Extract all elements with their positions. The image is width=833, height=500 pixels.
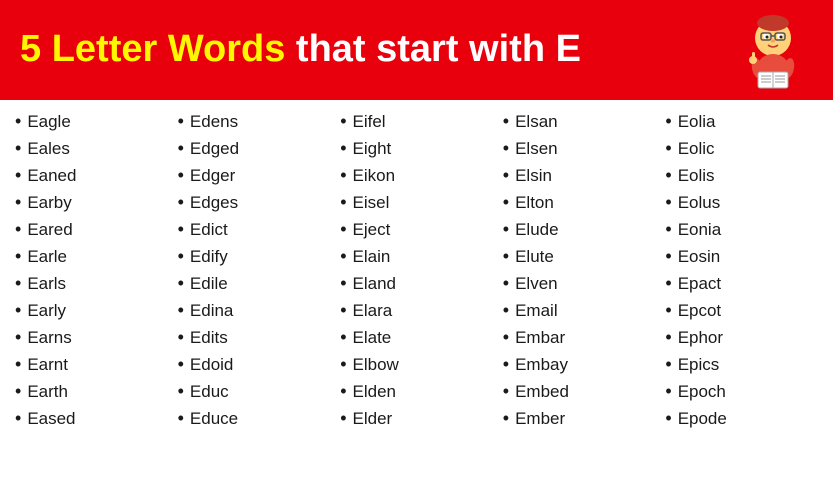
list-item: Edged [178, 135, 331, 162]
word-column-5: EoliaEolicEolisEolusEoniaEosinEpactEpcot… [660, 108, 823, 432]
list-item: Eased [15, 405, 168, 432]
list-item: Early [15, 297, 168, 324]
list-item: Elsan [503, 108, 656, 135]
word-column-1: EagleEalesEanedEarbyEaredEarleEarlsEarly… [10, 108, 173, 432]
list-item: Eolus [665, 189, 818, 216]
list-item: Eikon [340, 162, 493, 189]
list-item: Elute [503, 243, 656, 270]
title-bold-part: 5 Letter Words [20, 28, 285, 70]
list-item: Earth [15, 378, 168, 405]
list-item: Edits [178, 324, 331, 351]
list-item: Embar [503, 324, 656, 351]
list-item: Embay [503, 351, 656, 378]
list-item: Elder [340, 405, 493, 432]
list-item: Eisel [340, 189, 493, 216]
header: 5 Letter Words that start with E [0, 0, 833, 100]
mascot-icon [733, 10, 813, 90]
list-item: Educe [178, 405, 331, 432]
page-wrapper: 5 Letter Words that start with E [0, 0, 833, 440]
list-item: Epics [665, 351, 818, 378]
list-item: Eject [340, 216, 493, 243]
list-item: Embed [503, 378, 656, 405]
list-item: Earnt [15, 351, 168, 378]
list-item: Eolia [665, 108, 818, 135]
list-item: Epact [665, 270, 818, 297]
list-item: Earby [15, 189, 168, 216]
list-item: Edina [178, 297, 331, 324]
list-item: Educ [178, 378, 331, 405]
list-item: Elven [503, 270, 656, 297]
header-title: 5 Letter Words that start with E [20, 29, 581, 71]
list-item: Ephor [665, 324, 818, 351]
word-column-2: EdensEdgedEdgerEdgesEdictEdifyEdileEdina… [173, 108, 336, 432]
list-item: Epode [665, 405, 818, 432]
list-item: Eifel [340, 108, 493, 135]
list-item: Earns [15, 324, 168, 351]
list-item: Ember [503, 405, 656, 432]
list-item: Elain [340, 243, 493, 270]
word-column-3: EifelEightEikonEiselEjectElainElandElara… [335, 108, 498, 432]
list-item: Elsin [503, 162, 656, 189]
list-item: Elton [503, 189, 656, 216]
words-content: EagleEalesEanedEarbyEaredEarleEarlsEarly… [0, 100, 833, 440]
list-item: Eagle [15, 108, 168, 135]
list-item: Eales [15, 135, 168, 162]
list-item: Earls [15, 270, 168, 297]
list-item: Earle [15, 243, 168, 270]
list-item: Eonia [665, 216, 818, 243]
list-item: Email [503, 297, 656, 324]
list-item: Edoid [178, 351, 331, 378]
list-item: Eight [340, 135, 493, 162]
list-item: Eolis [665, 162, 818, 189]
list-item: Eaned [15, 162, 168, 189]
list-item: Eosin [665, 243, 818, 270]
list-item: Edile [178, 270, 331, 297]
list-item: Edger [178, 162, 331, 189]
list-item: Edges [178, 189, 331, 216]
list-item: Eolic [665, 135, 818, 162]
list-item: Eland [340, 270, 493, 297]
word-column-4: ElsanElsenElsinEltonEludeEluteElvenEmail… [498, 108, 661, 432]
list-item: Elbow [340, 351, 493, 378]
list-item: Edens [178, 108, 331, 135]
list-item: Elude [503, 216, 656, 243]
list-item: Elden [340, 378, 493, 405]
list-item: Elate [340, 324, 493, 351]
title-regular-part: that start with E [285, 28, 581, 70]
list-item: Edict [178, 216, 331, 243]
list-item: Epcot [665, 297, 818, 324]
list-item: Eared [15, 216, 168, 243]
list-item: Elara [340, 297, 493, 324]
list-item: Edify [178, 243, 331, 270]
list-item: Epoch [665, 378, 818, 405]
list-item: Elsen [503, 135, 656, 162]
